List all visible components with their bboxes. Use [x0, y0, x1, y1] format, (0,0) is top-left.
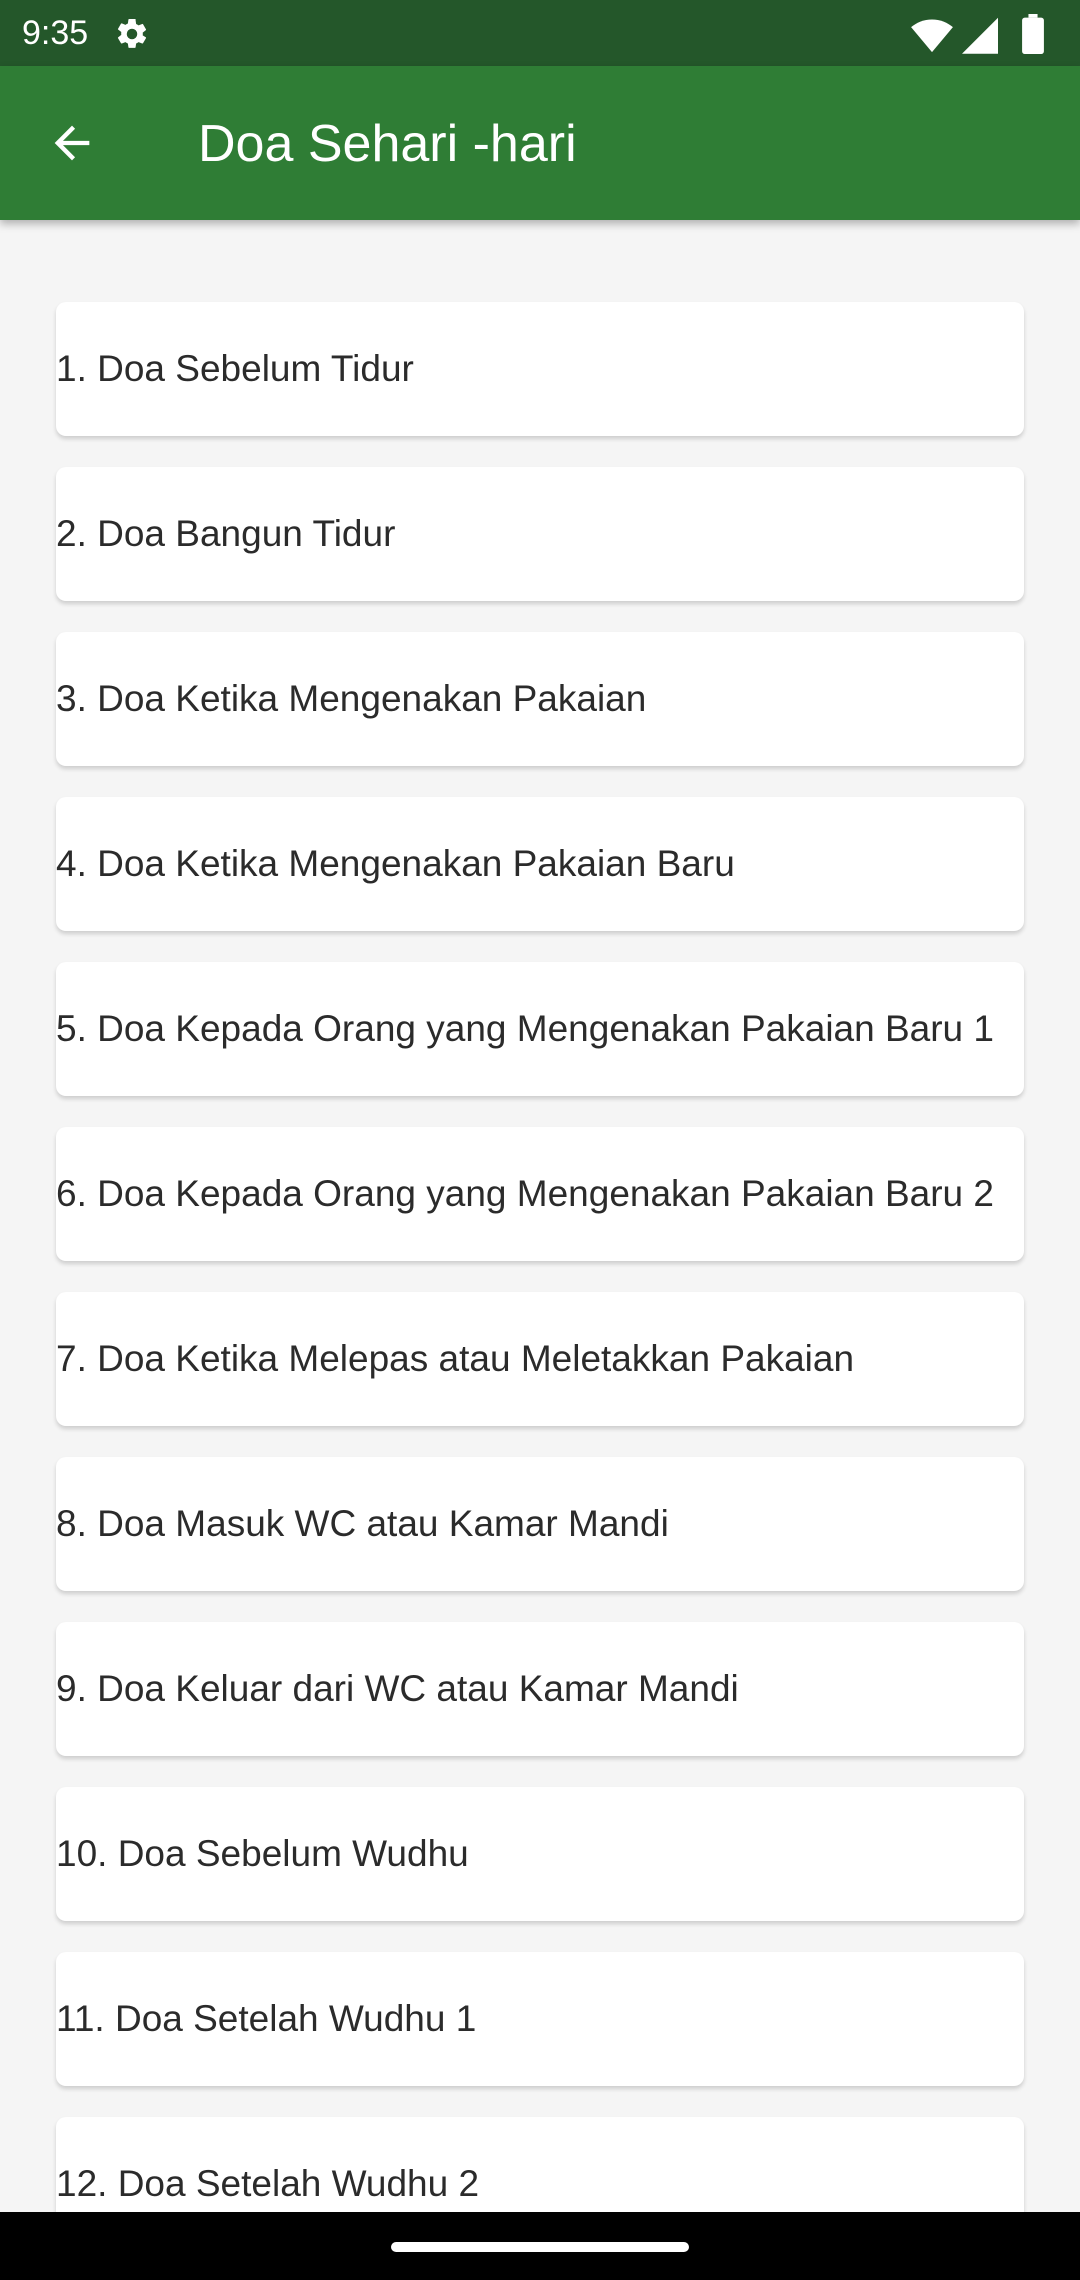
list-item[interactable]: 9. Doa Keluar dari WC atau Kamar Mandi: [56, 1622, 1024, 1756]
gear-icon: [114, 16, 150, 52]
list-item[interactable]: 5. Doa Kepada Orang yang Mengenakan Paka…: [56, 962, 1024, 1096]
list-item[interactable]: 3. Doa Ketika Mengenakan Pakaian: [56, 632, 1024, 766]
list-item-label: 11. Doa Setelah Wudhu 1: [56, 1998, 477, 2039]
list-item-label: 6. Doa Kepada Orang yang Mengenakan Paka…: [56, 1173, 994, 1214]
list-item-label: 3. Doa Ketika Mengenakan Pakaian: [56, 678, 647, 719]
status-bar: 9:35: [0, 0, 1080, 66]
list-item-label: 4. Doa Ketika Mengenakan Pakaian Baru: [56, 843, 735, 884]
list-item[interactable]: 11. Doa Setelah Wudhu 1: [56, 1952, 1024, 2086]
arrow-back-icon: [54, 125, 90, 161]
list-item[interactable]: 7. Doa Ketika Melepas atau Meletakkan Pa…: [56, 1292, 1024, 1426]
list-item-label: 2. Doa Bangun Tidur: [56, 513, 396, 554]
list-item[interactable]: 4. Doa Ketika Mengenakan Pakaian Baru: [56, 797, 1024, 931]
list-item[interactable]: 2. Doa Bangun Tidur: [56, 467, 1024, 601]
list-item-label: 9. Doa Keluar dari WC atau Kamar Mandi: [56, 1668, 739, 1709]
list-item[interactable]: 1. Doa Sebelum Tidur: [56, 302, 1024, 436]
list-item-label: 12. Doa Setelah Wudhu 2: [56, 2163, 480, 2204]
status-time: 9:35: [22, 14, 89, 52]
list-item[interactable]: 10. Doa Sebelum Wudhu: [56, 1787, 1024, 1921]
list-item-label: 5. Doa Kepada Orang yang Mengenakan Paka…: [56, 1008, 994, 1049]
list-item-label: 1. Doa Sebelum Tidur: [56, 348, 414, 389]
home-handle[interactable]: [391, 2242, 689, 2252]
list-item-label: 10. Doa Sebelum Wudhu: [56, 1833, 469, 1874]
list-item[interactable]: 6. Doa Kepada Orang yang Mengenakan Paka…: [56, 1127, 1024, 1261]
app-bar: Doa Sehari -hari: [0, 66, 1080, 220]
navigation-bar: [0, 2212, 1080, 2280]
back-button[interactable]: [36, 107, 108, 179]
list-item-label: 8. Doa Masuk WC atau Kamar Mandi: [56, 1503, 669, 1544]
page-title: Doa Sehari -hari: [198, 115, 577, 173]
list-item[interactable]: 8. Doa Masuk WC atau Kamar Mandi: [56, 1457, 1024, 1591]
list-item-label: 7. Doa Ketika Melepas atau Meletakkan Pa…: [56, 1338, 855, 1379]
status-icons: [910, 14, 1050, 54]
